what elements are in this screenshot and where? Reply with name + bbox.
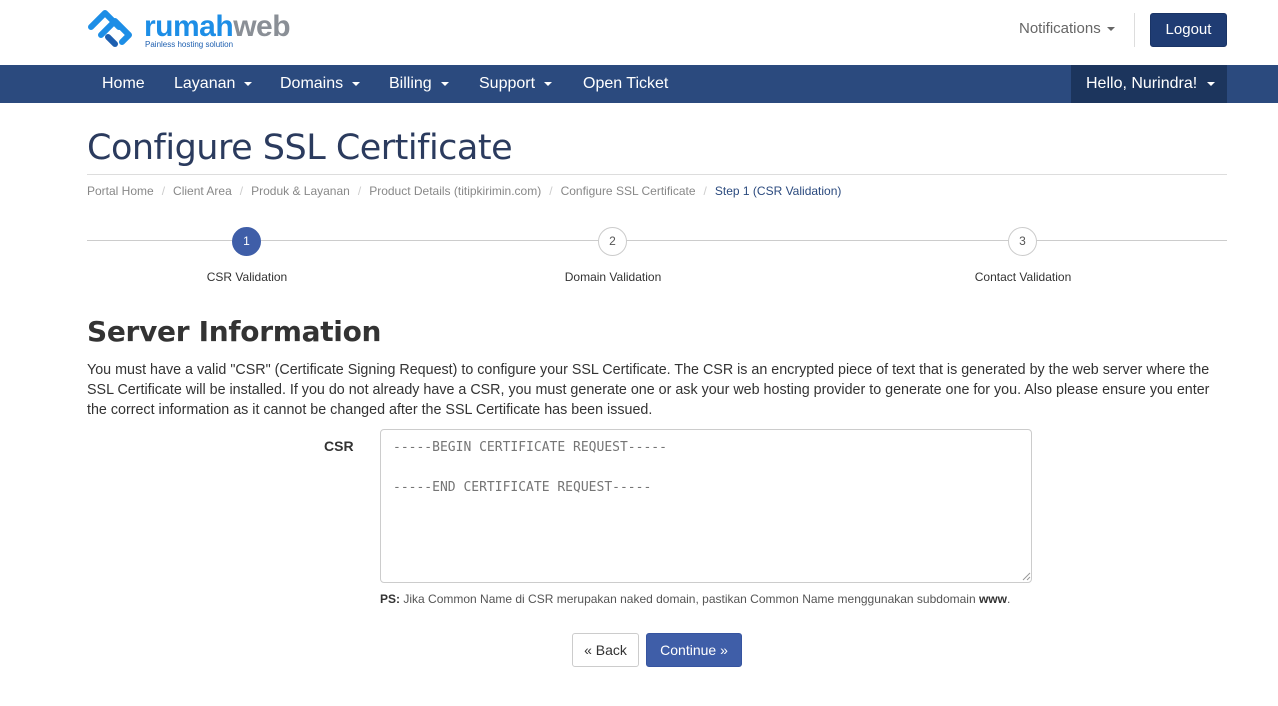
caret-down-icon [440,81,449,86]
logo-word-a: rumah [144,10,234,43]
ps-bold: www [978,592,1007,606]
nav-item-label: Support [479,75,536,92]
nav-item-open-ticket[interactable]: Open Ticket [583,65,668,103]
logout-button[interactable]: Logout [1150,13,1227,47]
caret-down-icon [352,81,361,86]
nav-item-label: Billing [389,75,432,92]
nav-item-label: Domains [280,75,344,92]
breadcrumb-separator: / [357,184,362,198]
nav-item-label: Open Ticket [583,75,669,92]
back-button[interactable]: « Back [572,633,639,667]
notifications-label: Notifications [1019,20,1101,37]
header-divider [1134,13,1135,47]
rumahweb-logo-icon [88,10,132,47]
ps-suffix: . [1006,592,1011,606]
logo-word-b: web [233,10,291,43]
breadcrumb-separator: / [161,184,166,198]
ps-text: Jika Common Name di CSR merupakan naked … [400,592,979,606]
breadcrumb-link[interactable]: Produk & Layanan [251,184,350,198]
site-logo[interactable]: rumahweb Painless hosting solution [88,10,291,52]
breadcrumb-link[interactable]: Product Details (titipkirimin.com) [369,184,541,198]
logo-tagline: Painless hosting solution [145,40,234,49]
step-label-domain-validation: Domain Validation [564,270,662,284]
breadcrumb-separator: / [239,184,244,198]
csr-textarea[interactable] [380,429,1032,583]
ps-prefix: PS: [380,592,401,606]
breadcrumb-separator: / [549,184,553,198]
step-indicator-3: 3 [1008,227,1037,256]
title-divider [87,174,1227,175]
nav-item-support[interactable]: Support [479,65,553,103]
continue-button[interactable]: Continue » [646,633,742,667]
intro-text: You must have a valid "CSR" (Certificate… [87,362,1210,418]
main-navbar: Home Layanan Domains Billing Support Ope… [0,65,1278,103]
user-greeting: Hello, Nurindra! [1086,75,1198,92]
nav-item-layanan[interactable]: Layanan [174,65,253,103]
step-label-contact-validation: Contact Validation [974,270,1072,284]
caret-down-icon [1207,81,1216,86]
step-indicator-2: 2 [598,227,627,256]
step-indicator-1: 1 [232,227,261,256]
nav-item-billing[interactable]: Billing [389,65,449,103]
caret-down-icon [544,81,553,86]
breadcrumb-link[interactable]: Portal Home [87,184,154,198]
breadcrumb-link[interactable]: Configure SSL Certificate [561,184,696,198]
csr-label: CSR [324,438,354,454]
nav-item-domains[interactable]: Domains [280,65,361,103]
nav-item-home[interactable]: Home [102,65,145,103]
caret-down-icon [1106,27,1115,32]
page-title: Configure SSL Certificate [87,128,513,168]
nav-item-label: Home [102,75,145,92]
breadcrumb-current: Step 1 (CSR Validation) [714,184,842,198]
step-label-csr-validation: CSR Validation [206,270,288,284]
breadcrumb-separator: / [703,184,707,198]
user-account-menu[interactable]: Hello, Nurindra! [1071,65,1227,103]
breadcrumb: Portal Home / Client Area / Produk & Layanan… [87,183,841,199]
breadcrumb-link[interactable]: Client Area [173,184,232,198]
nav-item-label: Layanan [174,75,236,92]
ps-note: PS: Jika Common Name di CSR merupakan na… [380,591,1010,607]
caret-down-icon [244,81,253,86]
logo-wordmark: rumahweb [144,10,291,44]
resize-handle-icon[interactable] [1022,572,1031,581]
notifications-dropdown[interactable]: Notifications [1019,20,1115,38]
section-title: Server Information [87,315,382,348]
site-header: rumahweb Painless hosting solution Notif… [0,0,1278,65]
